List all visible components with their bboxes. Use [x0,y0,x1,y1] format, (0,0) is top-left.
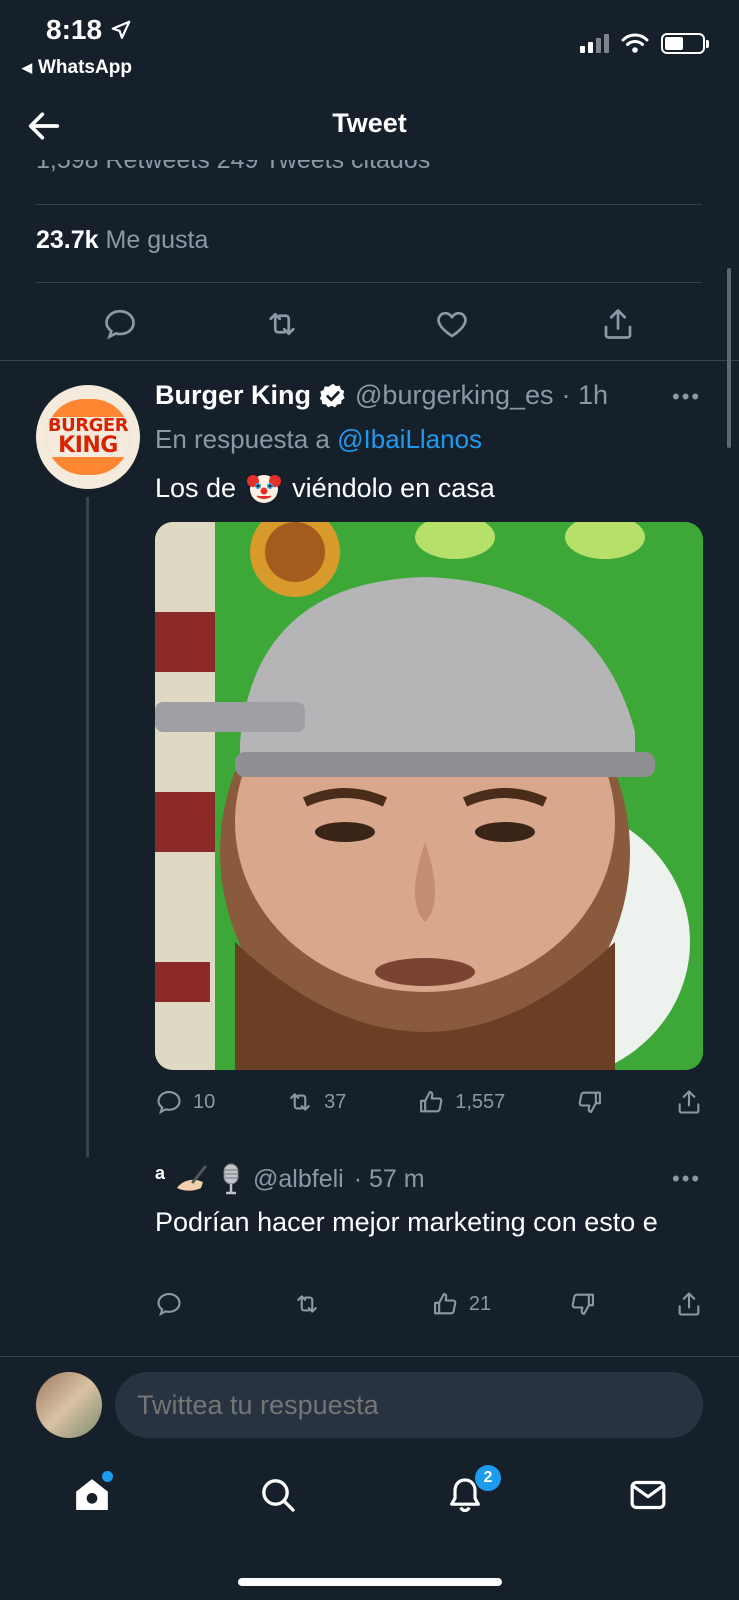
tweet-text: Los de viéndolo en casa [155,470,495,506]
thumbs-up-icon [433,1293,457,1315]
tweet-time: · 57 m [353,1164,425,1193]
tab-notifications[interactable]: 2 [445,1465,501,1520]
clown-emoji-icon [247,475,282,503]
dislike-icon [571,1293,595,1315]
more-icon[interactable]: ••• [672,384,701,410]
share-button[interactable] [675,1290,703,1318]
reply-button[interactable] [155,1290,215,1318]
reply-icon [157,1091,181,1115]
verified-icon [319,383,345,407]
tab-messages[interactable] [628,1475,668,1520]
tweet-media-image[interactable] [155,522,703,1070]
author-handle[interactable]: @burgerking_es [355,380,554,411]
home-unread-dot [102,1471,113,1482]
divider [0,1356,739,1357]
share-button[interactable] [675,1088,703,1116]
tweet-text: Podrían hacer mejor marketing con esto e [155,1207,658,1237]
upvote-button[interactable]: 21 [431,1290,491,1318]
thread-line [86,497,89,1157]
reply2-author-row: a @albfeli · 57 m [155,1162,425,1196]
share-icon[interactable] [600,306,636,342]
retweet-icon [290,1093,310,1111]
mention-link[interactable]: @IbaiLlanos [337,424,482,454]
more-icon[interactable]: ••• [672,1166,701,1192]
home-indicator[interactable] [238,1578,502,1586]
divider [36,204,702,205]
reply-context: En respuesta a @IbaiLlanos [155,424,483,454]
divider [36,282,702,283]
retweet-icon [297,1295,317,1313]
reply1-actions: 10 37 1,557 [155,1088,703,1116]
divider [0,360,739,361]
reply-icon[interactable] [102,306,138,342]
status-indicators [580,32,709,54]
upvote-button[interactable]: 1,557 [417,1088,505,1116]
reply-icon [157,1293,181,1317]
notifications-badge: 2 [475,1465,501,1491]
microphone-emoji-icon [223,1163,239,1195]
tab-bar: 2 [0,1465,739,1525]
search-icon [262,1479,295,1512]
reply-button[interactable]: 10 [155,1088,215,1116]
writing-hand-emoji-icon [177,1165,207,1191]
dislike-icon [578,1091,602,1113]
tab-home[interactable] [72,1471,113,1520]
likes-stat[interactable]: 23.7k Me gusta [36,226,208,255]
downvote-button[interactable] [569,1290,597,1318]
author-handle[interactable]: @albfeli [253,1165,344,1194]
tab-search[interactable] [258,1475,298,1520]
thumbs-up-icon [420,1091,443,1113]
back-to-app-link[interactable]: ◀ WhatsApp [22,57,132,79]
burger-king-logo: BURGER KING [46,399,130,475]
status-time: 8:18 [46,14,132,46]
downvote-button[interactable] [576,1088,604,1116]
page-title: Tweet [332,108,407,138]
retweet-button[interactable]: 37 [286,1088,346,1116]
reply2-actions: 21 [155,1290,703,1318]
reply-input[interactable] [115,1372,703,1438]
cellular-signal-icon [580,33,609,53]
user-avatar[interactable] [36,1372,102,1438]
retweet-stats-partial[interactable]: 1,598 Retweets 249 Tweets citados [36,160,430,180]
retweet-icon[interactable] [264,306,300,342]
battery-icon [661,32,709,54]
meme-image [155,522,703,1070]
share-icon [678,1090,700,1114]
wifi-icon [621,33,649,53]
author-name[interactable]: Burger King [155,380,311,411]
share-icon [678,1292,700,1316]
retweet-button[interactable] [293,1290,353,1318]
like-icon[interactable] [434,306,470,342]
messages-icon [630,1480,666,1510]
tweet-author-row: Burger King @burgerking_es · 1h [155,380,608,411]
location-arrow-icon [111,20,131,39]
tweet-time: · 1h [561,380,609,410]
avatar[interactable]: BURGER KING [36,385,140,489]
scrollbar[interactable] [727,268,731,448]
